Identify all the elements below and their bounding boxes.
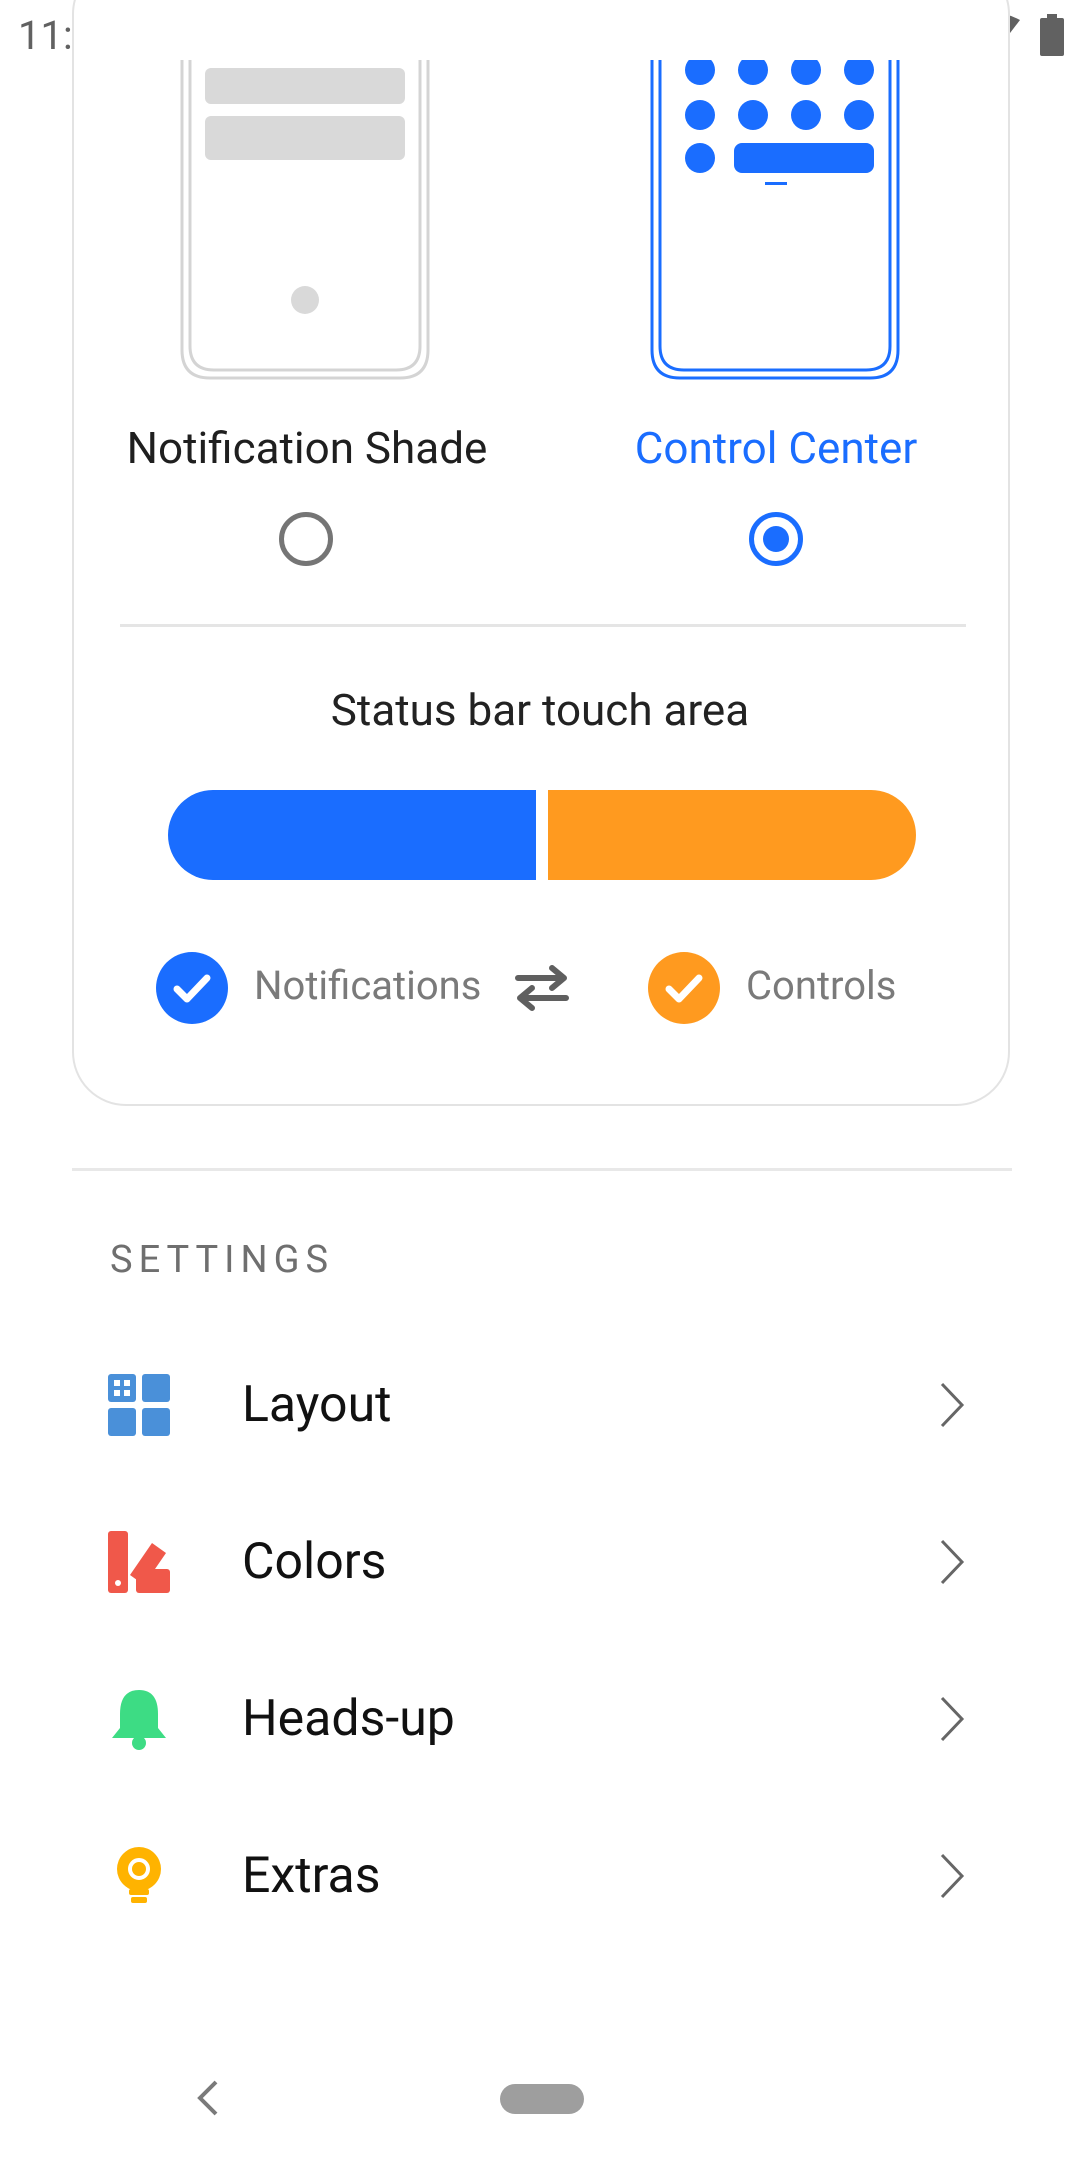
touch-area-title: Status bar touch area	[330, 684, 750, 736]
notification-shade-radio[interactable]	[279, 512, 333, 566]
controls-check-icon	[648, 952, 720, 1024]
bell-icon	[112, 1690, 166, 1750]
settings-item-heads-up[interactable]: Heads-up	[0, 1644, 1080, 1794]
notifications-check-icon	[156, 952, 228, 1024]
settings-item-label: Extras	[242, 1847, 381, 1905]
notifications-legend: Notifications	[254, 962, 482, 1009]
settings-section-header: SETTINGS	[110, 1238, 335, 1282]
settings-item-label: Colors	[242, 1533, 387, 1591]
layout-icon	[108, 1374, 170, 1436]
settings-item-label: Layout	[242, 1376, 392, 1434]
chevron-right-icon	[940, 1539, 965, 1585]
control-center-label[interactable]: Control Center	[576, 422, 976, 474]
touch-area-notifications-bar[interactable]	[168, 790, 536, 880]
control-center-radio[interactable]	[749, 512, 803, 566]
settings-item-label: Heads-up	[242, 1690, 455, 1748]
radio-selected-dot	[763, 526, 789, 552]
colors-icon	[108, 1531, 170, 1593]
settings-item-colors[interactable]: Colors	[0, 1487, 1080, 1637]
home-pill[interactable]	[500, 2084, 584, 2114]
chevron-right-icon	[940, 1853, 965, 1899]
chevron-right-icon	[940, 1382, 965, 1428]
notification-shade-preview[interactable]	[180, 60, 430, 380]
section-divider	[72, 1168, 1012, 1171]
lightbulb-icon	[117, 1847, 161, 1903]
controls-legend: Controls	[746, 962, 897, 1009]
settings-item-extras[interactable]: Extras	[0, 1801, 1080, 1951]
back-icon[interactable]	[196, 2078, 220, 2118]
chevron-right-icon	[940, 1696, 965, 1742]
notification-shade-label[interactable]: Notification Shade	[100, 422, 514, 474]
card-divider	[120, 624, 966, 627]
battery-icon	[1040, 14, 1064, 56]
swap-icon[interactable]	[512, 960, 572, 1016]
settings-item-layout[interactable]: Layout	[0, 1330, 1080, 1480]
touch-area-controls-bar[interactable]	[548, 790, 916, 880]
control-center-preview[interactable]	[650, 60, 900, 380]
